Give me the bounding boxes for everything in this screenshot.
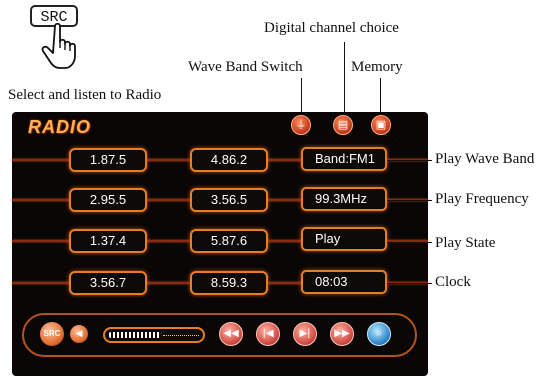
- speaker-icon[interactable]: ◀: [70, 325, 88, 343]
- channel-preset-button[interactable]: 3.56.5: [190, 188, 268, 212]
- next-icon[interactable]: ▶|: [293, 322, 317, 346]
- channel-preset-button[interactable]: 4.86.2: [190, 148, 268, 172]
- play-state-callout-line: [387, 242, 432, 243]
- frequency-display: 99.3MHz: [301, 187, 387, 211]
- play-wave-band-label: Play Wave Band: [435, 151, 535, 167]
- volume-slider[interactable]: [103, 327, 205, 343]
- clock-display: 08:03: [301, 270, 387, 294]
- channel-preset-button[interactable]: 2.95.5: [69, 188, 147, 212]
- channel-icon[interactable]: ▤: [333, 115, 353, 135]
- volume-remaining: [163, 335, 199, 337]
- play-state-display: Play: [301, 227, 387, 251]
- channel-preset-button[interactable]: 1.37.4: [69, 229, 147, 253]
- pointing-hand-icon: [41, 22, 76, 69]
- save-icon[interactable]: ▣: [371, 115, 391, 135]
- wave-band-display: Band:FM1: [301, 147, 387, 171]
- search-icon[interactable]: ⌕: [367, 322, 391, 346]
- play-state-label: Play State: [435, 235, 496, 251]
- clock-callout-line: [387, 283, 432, 284]
- memory-label: Memory: [351, 59, 403, 75]
- clock-label: Clock: [435, 274, 471, 290]
- select-listen-label: Select and listen to Radio: [8, 87, 162, 103]
- digital-channel-label: Digital channel choice: [264, 20, 399, 36]
- wave-band-switch-label: Wave Band Switch: [188, 59, 303, 75]
- src-button[interactable]: SRC: [40, 322, 64, 346]
- channel-preset-button[interactable]: 3.56.7: [69, 271, 147, 295]
- play-frequency-label: Play Frequency: [435, 191, 529, 207]
- radio-logo: RADIO: [28, 117, 91, 137]
- wave-band-callout-line: [387, 160, 432, 161]
- volume-level: [109, 332, 161, 338]
- memory-pointer: [380, 78, 381, 112]
- wave-band-pointer: [301, 78, 302, 112]
- channel-preset-button[interactable]: 8.59.3: [190, 271, 268, 295]
- digital-channel-pointer: [344, 42, 345, 112]
- rewind-icon[interactable]: ◀◀: [219, 322, 243, 346]
- channel-preset-button[interactable]: 1.87.5: [69, 148, 147, 172]
- previous-icon[interactable]: |◀: [256, 322, 280, 346]
- channel-preset-button[interactable]: 5.87.6: [190, 229, 268, 253]
- frequency-callout-line: [387, 200, 432, 201]
- fast-forward-icon[interactable]: ▶▶: [330, 322, 354, 346]
- antenna-icon[interactable]: ⏚: [291, 115, 311, 135]
